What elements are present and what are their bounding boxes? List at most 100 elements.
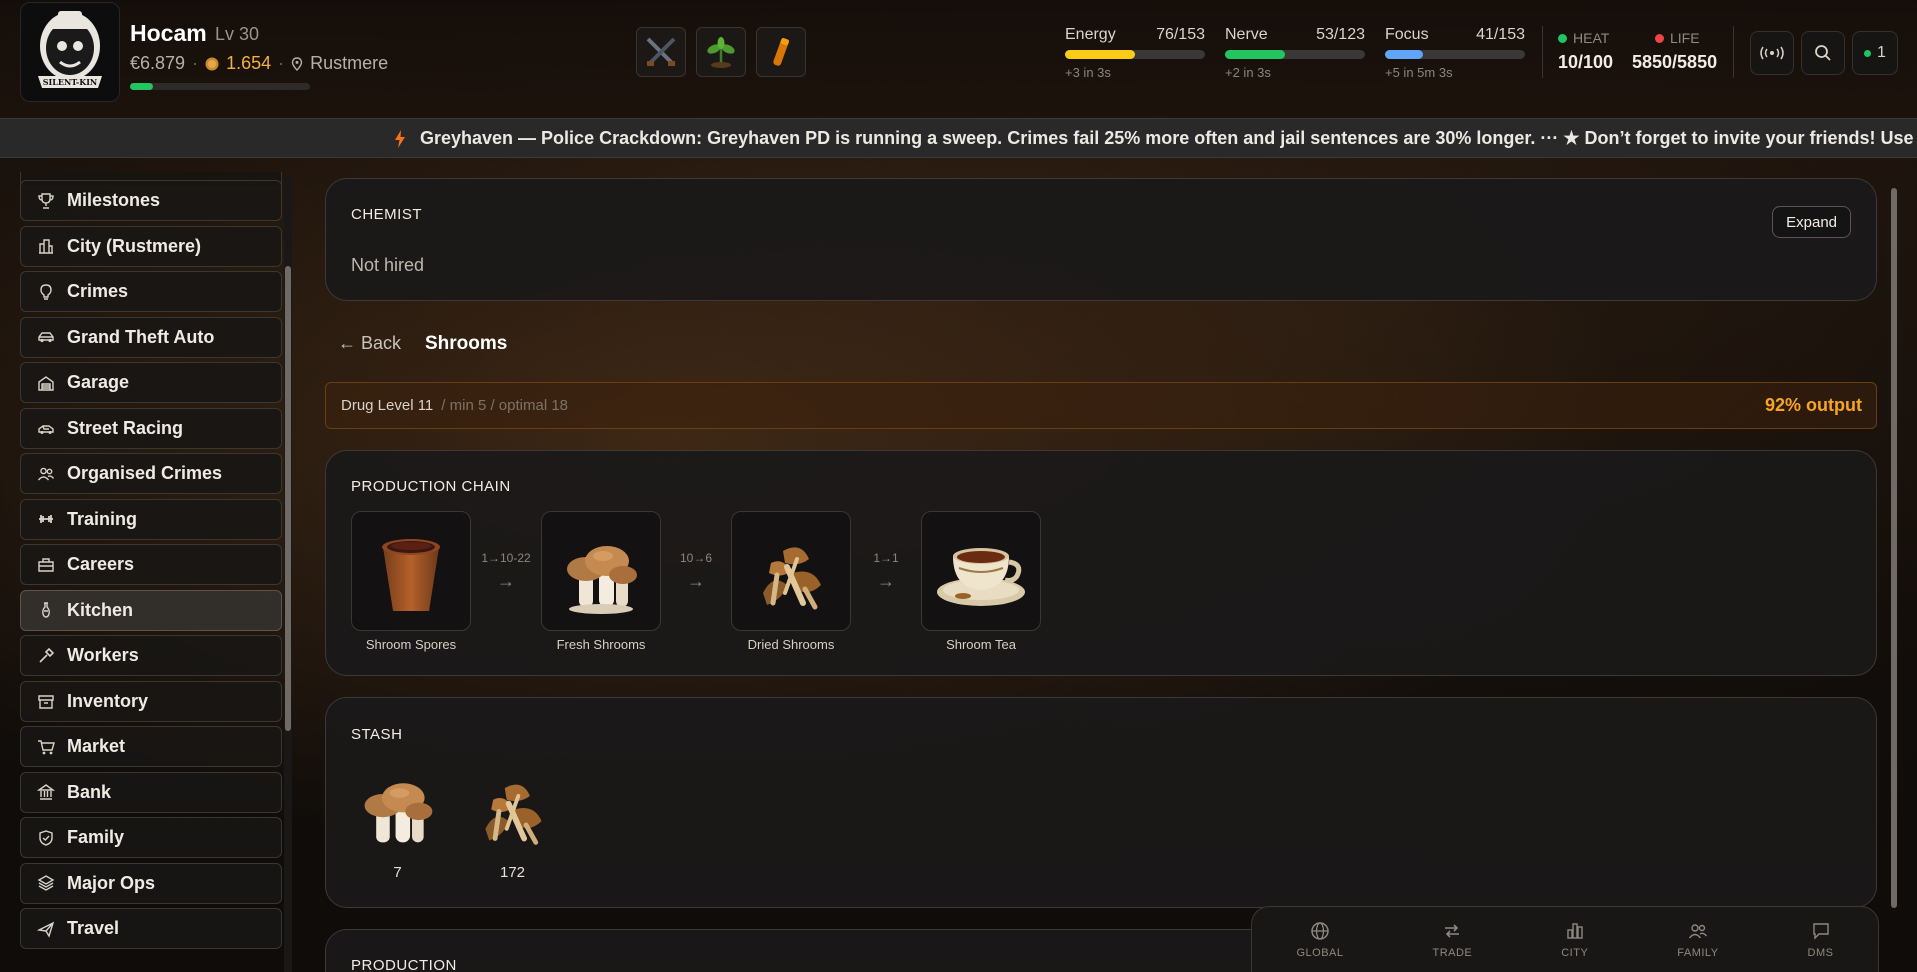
sidebar-item-travel[interactable]: Travel — [20, 908, 282, 949]
life-indicator-dot — [1655, 33, 1664, 43]
drug-level-meta: / min 5 / optimal 18 — [441, 397, 569, 414]
bottom-nav-city[interactable]: CITY — [1561, 921, 1588, 959]
svg-text:SILENT-KIN: SILENT-KIN — [43, 77, 98, 87]
sidebar-item-label: Careers — [67, 554, 135, 574]
sidebar-item-kitchen[interactable]: Kitchen — [20, 589, 282, 631]
plant-sprout-icon — [707, 37, 735, 68]
search-button[interactable] — [1801, 31, 1845, 75]
stash-item[interactable]: 172 — [466, 761, 559, 881]
chain-step-label: Shroom Spores — [365, 637, 457, 652]
broadcast-icon — [1760, 46, 1784, 60]
back-link[interactable]: ← Back — [338, 333, 401, 354]
life-value: 5850/5850 — [1632, 52, 1718, 72]
stash-quantity: 172 — [499, 864, 526, 881]
arrow-right-icon: → — [877, 570, 895, 591]
search-icon — [1815, 45, 1831, 61]
bottom-nav-family[interactable]: FAMILY — [1677, 921, 1718, 959]
sidebar-item-major-ops[interactable]: Major Ops — [20, 862, 282, 904]
sidebar: Milestones City (Rustmere) Crimes Grand The… — [20, 176, 282, 972]
sidebar-item-label: Milestones — [67, 190, 161, 210]
sidebar-item-training[interactable]: Training — [20, 498, 282, 540]
stash-item[interactable]: 7 — [351, 761, 444, 881]
sidebar-item-label: Crimes — [67, 281, 129, 301]
sidebar-item-garage[interactable]: Garage — [20, 362, 282, 403]
quick-item-plant[interactable] — [696, 27, 746, 77]
main-scrollbar-thumb[interactable] — [1891, 188, 1897, 908]
sidebar-item-label: Family — [67, 827, 125, 847]
radio-button[interactable] — [1750, 31, 1794, 75]
chain-step[interactable]: Fresh Shrooms — [541, 511, 661, 652]
sidebar-item-label: Bank — [67, 781, 112, 802]
sidebar-item-crimes[interactable]: Crimes — [20, 271, 282, 312]
header-divider — [1733, 26, 1734, 78]
chemist-status: Not hired — [351, 255, 425, 275]
car-icon — [38, 332, 54, 343]
sidebar-item-city-rustmere[interactable]: City (Rustmere) — [20, 225, 282, 267]
sidebar-item-market[interactable]: Market — [20, 726, 282, 767]
bottom-nav: GLOBAL TRADE CITY FAMILY DMS — [1251, 906, 1879, 972]
chain-step[interactable]: Shroom Tea — [921, 511, 1041, 652]
sidebar-item-careers[interactable]: Careers — [20, 544, 282, 585]
people-icon — [1688, 923, 1707, 938]
chain-ratio: 1→10-22 — [481, 550, 531, 565]
bottom-nav-trade[interactable]: TRADE — [1432, 921, 1472, 959]
expand-button[interactable]: Expand — [1772, 206, 1851, 238]
sidebar-item-street-racing[interactable]: Street Racing — [20, 407, 282, 449]
lightbulb-icon — [40, 283, 52, 300]
sidebar-item-family[interactable]: Family — [20, 817, 282, 858]
drug-level-banner: Drug Level 11 / min 5 / optimal 18 92% o… — [325, 382, 1877, 429]
swap-icon — [1445, 923, 1460, 938]
sidebar-scrollbar-thumb[interactable] — [285, 266, 291, 731]
globe-icon — [1311, 921, 1329, 940]
sidebar-item-label: Major Ops — [67, 872, 156, 893]
quick-item-vial[interactable] — [756, 27, 806, 77]
spore-pot-icon — [382, 539, 440, 611]
chat-icon — [1812, 922, 1829, 940]
chain-step[interactable]: Shroom Spores — [351, 511, 471, 652]
sidebar-item-label: Inventory — [67, 690, 149, 711]
sidebar-item-milestones[interactable]: Milestones — [20, 180, 282, 221]
sidebar-item-label: Kitchen — [67, 599, 134, 620]
briefcase-icon — [38, 557, 54, 572]
dumbbell-icon — [39, 515, 53, 523]
location-pin-icon — [291, 56, 303, 71]
sidebar-item-label: Organised Crimes — [67, 463, 223, 483]
heat-stat: HEAT 10/100 — [1558, 30, 1613, 73]
player-resources: €6.879 · 1.654 · Rustmere — [130, 53, 389, 73]
sidebar-item-bank[interactable]: Bank — [20, 771, 282, 813]
bottom-nav-label: GLOBAL — [1296, 946, 1344, 959]
quick-item-weapons[interactable] — [636, 27, 686, 77]
sidebar-item-organised-crimes[interactable]: Organised Crimes — [20, 453, 282, 494]
crossed-guns-icon — [646, 37, 676, 67]
main-scrollbar[interactable] — [1890, 176, 1898, 972]
heat-indicator-dot — [1558, 33, 1567, 43]
bar-chart-icon — [1567, 922, 1583, 939]
life-stat: LIFE 5850/5850 — [1632, 30, 1717, 73]
online-count: 1 — [1877, 44, 1886, 61]
sidebar-item-workers[interactable]: Workers — [20, 635, 282, 676]
bank-icon — [37, 784, 55, 800]
focus-bar-fill — [1385, 50, 1423, 59]
bottom-nav-dms[interactable]: DMS — [1808, 921, 1834, 959]
chain-step[interactable]: Dried Shrooms — [731, 511, 851, 652]
city-icon — [39, 239, 53, 254]
xp-progress-bar — [130, 83, 310, 90]
avatar[interactable]: SILENT-KIN — [20, 2, 120, 102]
nerve-stat: Nerve 53/123 +2 in 3s — [1225, 26, 1365, 80]
bottom-nav-global[interactable]: GLOBAL — [1296, 921, 1343, 959]
tea-cup-icon — [937, 548, 1025, 606]
online-users-button[interactable]: 1 — [1852, 31, 1898, 75]
production-chain: Shroom Spores 1→10-22 → Fresh Shrooms 10… — [351, 511, 1041, 652]
energy-value: 76/153 — [1156, 26, 1205, 43]
sidebar-item-grand-theft-auto[interactable]: Grand Theft Auto — [20, 316, 282, 358]
energy-bar-fill — [1065, 50, 1135, 59]
energy-bar — [1065, 50, 1205, 59]
coin-icon — [205, 57, 219, 70]
sidebar-item-inventory[interactable]: Inventory — [20, 680, 282, 722]
sidebar-item-label: Street Racing — [67, 417, 184, 438]
sidebar-item-label: Grand Theft Auto — [67, 326, 215, 347]
sidebar-item-label: Garage — [67, 372, 130, 392]
chemist-title: CHEMIST — [351, 206, 422, 223]
sidebar-scrollbar[interactable] — [284, 176, 292, 972]
lightning-icon — [395, 129, 405, 148]
